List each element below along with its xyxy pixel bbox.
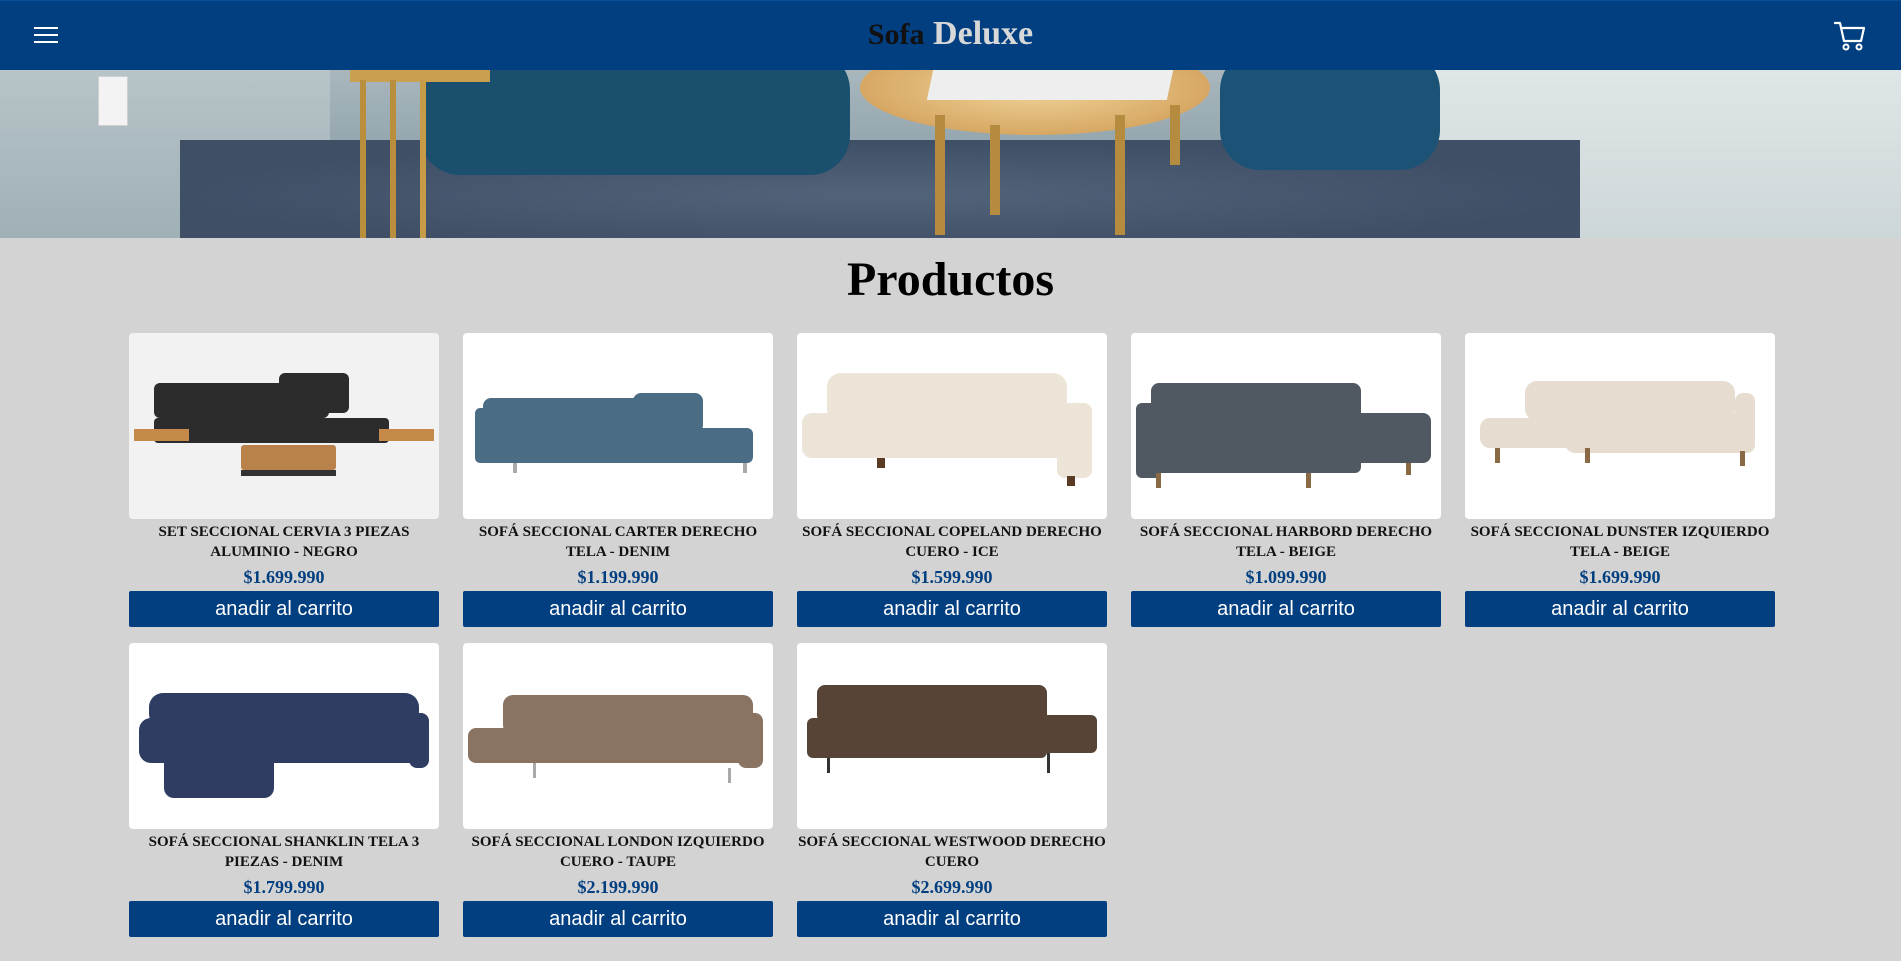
product-card: SOFÁ SECCIONAL SHANKLIN TELA 3 PIEZAS - … <box>129 643 439 943</box>
product-card: SOFÁ SECCIONAL WESTWOOD DERECHO CUERO $2… <box>797 643 1107 943</box>
product-name: SOFÁ SECCIONAL LONDON IZQUIERDO CUERO - … <box>471 834 765 870</box>
product-card: SOFÁ SECCIONAL HARBORD DERECHO TELA - BE… <box>1131 333 1441 633</box>
product-price: $1.099.990 <box>1245 567 1327 587</box>
product-price: $1.199.990 <box>577 567 659 587</box>
product-price: $2.699.990 <box>911 877 993 897</box>
product-image[interactable] <box>797 333 1107 519</box>
product-price: $1.699.990 <box>1579 567 1661 587</box>
product-card: SET SECCIONAL CERVIA 3 PIEZAS ALUMINIO -… <box>129 333 439 633</box>
product-card: SOFÁ SECCIONAL DUNSTER IZQUIERDO TELA - … <box>1465 333 1775 633</box>
product-name: SOFÁ SECCIONAL CARTER DERECHO TELA - DEN… <box>478 524 758 560</box>
add-to-cart-button[interactable]: anadir al carrito <box>797 591 1107 627</box>
product-price: $1.699.990 <box>243 567 325 587</box>
add-to-cart-button[interactable]: anadir al carrito <box>1131 591 1441 627</box>
add-to-cart-button[interactable]: anadir al carrito <box>1465 591 1775 627</box>
add-to-cart-button[interactable]: anadir al carrito <box>463 591 773 627</box>
product-image[interactable] <box>463 333 773 519</box>
product-price: $2.199.990 <box>577 877 659 897</box>
add-to-cart-button[interactable]: anadir al carrito <box>129 901 439 937</box>
add-to-cart-button[interactable]: anadir al carrito <box>463 901 773 937</box>
shopping-cart-icon[interactable] <box>1833 19 1867 53</box>
products-section-title: Productos <box>846 253 1055 306</box>
product-name: SOFÁ SECCIONAL COPELAND DERECHO CUERO - … <box>802 524 1102 560</box>
add-to-cart-button[interactable]: anadir al carrito <box>797 901 1107 937</box>
product-name: SOFÁ SECCIONAL WESTWOOD DERECHO CUERO <box>798 834 1106 870</box>
brand-name-part1: Sofa <box>867 18 925 51</box>
product-price: $1.599.990 <box>911 567 993 587</box>
product-card: SOFÁ SECCIONAL CARTER DERECHO TELA - DEN… <box>463 333 773 633</box>
product-image[interactable] <box>129 643 439 829</box>
site-logo[interactable]: Sofa Deluxe <box>0 15 1901 53</box>
product-price: $1.799.990 <box>243 877 325 897</box>
product-card: SOFÁ SECCIONAL COPELAND DERECHO CUERO - … <box>797 333 1107 633</box>
product-image[interactable] <box>463 643 773 829</box>
product-image[interactable] <box>1465 333 1775 519</box>
add-to-cart-button[interactable]: anadir al carrito <box>129 591 439 627</box>
product-name: SOFÁ SECCIONAL DUNSTER IZQUIERDO TELA - … <box>1470 524 1770 560</box>
product-name: SOFÁ SECCIONAL HARBORD DERECHO TELA - BE… <box>1139 524 1433 560</box>
product-card: SOFÁ SECCIONAL LONDON IZQUIERDO CUERO - … <box>463 643 773 943</box>
hero-banner-image <box>0 70 1901 238</box>
product-image[interactable] <box>129 333 439 519</box>
product-name: SET SECCIONAL CERVIA 3 PIEZAS ALUMINIO -… <box>158 524 410 560</box>
brand-name-part2: Deluxe <box>933 15 1034 52</box>
product-name: SOFÁ SECCIONAL SHANKLIN TELA 3 PIEZAS - … <box>148 834 420 870</box>
product-image[interactable] <box>1131 333 1441 519</box>
product-image[interactable] <box>797 643 1107 829</box>
site-header: Sofa Deluxe <box>0 0 1901 70</box>
